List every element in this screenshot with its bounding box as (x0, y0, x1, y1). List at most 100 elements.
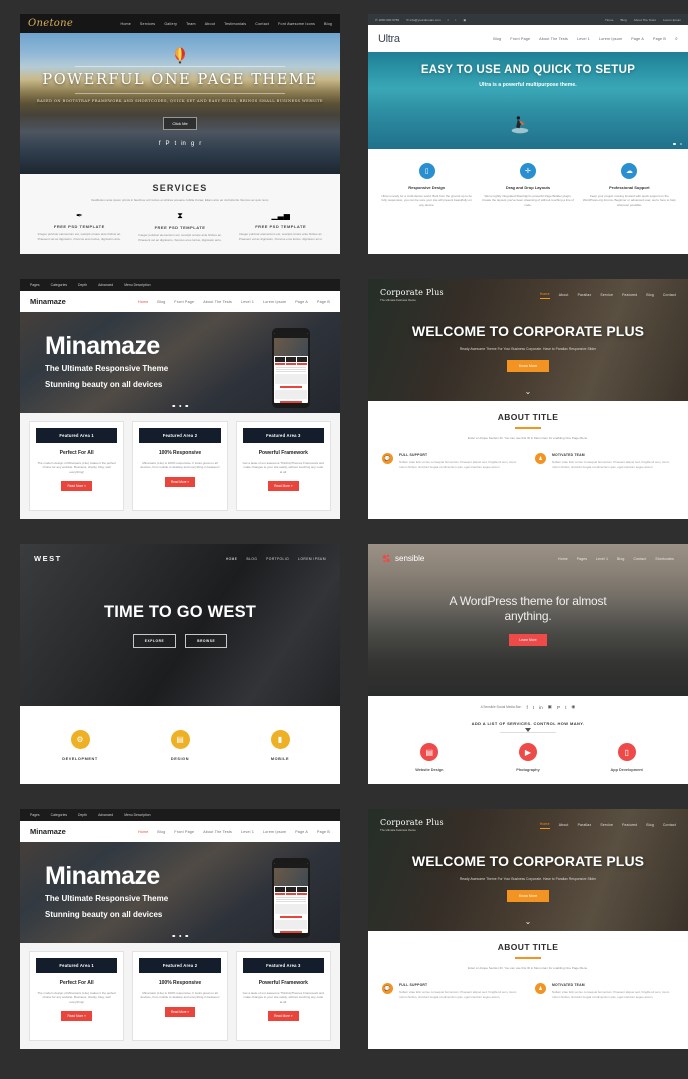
learn-more-button[interactable]: Learn More (509, 634, 547, 646)
nav-item-home[interactable]: Home (121, 22, 131, 26)
topbar-nav-blog[interactable]: Blog (620, 18, 626, 22)
service-card[interactable]: ⚙ DEVELOPMENT (30, 729, 130, 761)
read-more-button[interactable]: Read More » (61, 1011, 92, 1022)
topbar-depth[interactable]: Depth (78, 813, 87, 817)
nav-item-blog[interactable]: Blog (493, 37, 501, 41)
twitter-icon[interactable]: t (533, 705, 534, 710)
service-card[interactable]: ▮ MOBILE (230, 729, 330, 761)
search-icon[interactable]: ⌕ (675, 36, 678, 42)
featured-card[interactable]: Featured Area 3 Powerful Framework Get a… (235, 421, 331, 511)
nav-item-page-a[interactable]: Page A (295, 300, 308, 304)
phone-number[interactable]: ✆ 1800 000 6789 (375, 18, 399, 22)
minamaze-logo[interactable]: Minamaze (30, 297, 66, 306)
nav-item-services[interactable]: Services (140, 22, 155, 26)
browse-button[interactable]: BROWSE (185, 633, 228, 648)
onetone-logo[interactable]: Onetone (28, 18, 73, 29)
nav-item-level-1[interactable]: Level 1 (241, 300, 254, 304)
about-item[interactable]: ♟ MOTIVATED TEAM Nullam vitae felis vel … (535, 453, 674, 469)
tumblr-icon[interactable]: t (565, 705, 566, 710)
theme-preview-corporate-plus-2[interactable]: Corporate Plus The ultimate business the… (368, 809, 688, 1049)
facebook-icon[interactable]: f (448, 18, 449, 22)
nav-item-page-b[interactable]: Page B (653, 37, 666, 41)
featured-card[interactable]: Featured Area 2 100% Responsive Minamaze… (132, 421, 228, 511)
topbar-advanced[interactable]: Advanced (98, 813, 113, 817)
nav-item-font-awesome-icons[interactable]: Font Awesome Icons (278, 22, 315, 26)
ultra-slider-dots[interactable] (673, 142, 682, 145)
facebook-icon[interactable]: f (527, 705, 528, 710)
theme-preview-onetone[interactable]: Onetone Home Services Gallery Team About… (20, 14, 340, 254)
nav-item-contact[interactable]: Contact (255, 22, 269, 26)
topbar-depth[interactable]: Depth (78, 283, 87, 287)
nav-item-page-b[interactable]: Page B (317, 300, 330, 304)
service-card[interactable]: ▤ Website Design (380, 743, 479, 772)
service-card[interactable]: ⧗ FREE PSD TEMPLATE Integer pulvinar ele… (135, 211, 226, 242)
featured-card[interactable]: Featured Area 1 Perfect For All The mode… (29, 421, 125, 511)
nav-item-blog[interactable]: Blog (157, 830, 165, 834)
nav-item-gallery[interactable]: Gallery (164, 22, 177, 26)
know-more-button[interactable]: Know More (506, 889, 550, 902)
nav-item-testimonials[interactable]: Testimonials (224, 22, 246, 26)
topbar-nav-about[interactable]: About The Tests (634, 18, 656, 22)
service-card[interactable]: ✒ FREE PSD TEMPLATE Integer pulvinar ele… (34, 211, 125, 242)
service-card[interactable]: ▶ Photography (479, 743, 578, 772)
dribbble-icon[interactable]: ◉ (571, 704, 575, 710)
onetone-cta-button[interactable]: Click Me (163, 116, 197, 130)
nav-item-lorem-ipsum[interactable]: Lorem Ipsum (263, 300, 286, 304)
feature-card[interactable]: ✛ Drag and Drop Layouts We've tightly in… (481, 163, 574, 240)
topbar-nav-lorem[interactable]: Lorem Ipsum (663, 18, 681, 22)
nav-item-team[interactable]: Team (186, 22, 196, 26)
twitter-icon[interactable]: t (455, 18, 456, 22)
instagram-icon[interactable]: ▣ (548, 704, 552, 710)
service-card[interactable]: ▯ App Development (577, 743, 676, 772)
explore-button[interactable]: EXPLORE (132, 633, 177, 648)
nav-item-about-the-tests[interactable]: About The Tests (203, 300, 232, 304)
nav-item-level-1[interactable]: Level 1 (241, 830, 254, 834)
google-plus-icon[interactable]: g (191, 141, 194, 147)
read-more-button[interactable]: Read More » (164, 1006, 196, 1017)
service-card[interactable]: ▁▃▅ FREE PSD TEMPLATE Integer pulvinar e… (235, 211, 326, 242)
email-address[interactable]: ✉ info@yourdomain.com (406, 18, 440, 22)
ultra-logo[interactable]: Ultra (378, 33, 400, 45)
about-item[interactable]: 💬 FULL SUPPORT Nullam vitae felis vel le… (382, 453, 521, 469)
nav-item-front-page[interactable]: Front Page (510, 37, 530, 41)
chevron-down-icon[interactable]: ⌄ (525, 387, 532, 396)
theme-preview-minamaze[interactable]: Pages Categories Depth Advanced Menu Des… (20, 279, 340, 519)
topbar-menu-description[interactable]: Menu Description (124, 283, 150, 287)
nav-item-page-a[interactable]: Page A (295, 830, 308, 834)
about-item[interactable]: ♟ MOTIVATED TEAM Nullam vitae felis vel … (535, 983, 674, 999)
topbar-menu-description[interactable]: Menu Description (124, 813, 150, 817)
nav-item-about-the-tests[interactable]: About The Tests (203, 830, 232, 834)
theme-preview-corporate-plus[interactable]: Corporate Plus The ultimate business the… (368, 279, 688, 519)
nav-item-blog[interactable]: Blog (157, 300, 165, 304)
theme-preview-minamaze-2[interactable]: Pages Categories Depth Advanced Menu Des… (20, 809, 340, 1049)
theme-preview-ultra[interactable]: ✆ 1800 000 6789 ✉ info@yourdomain.com f … (368, 14, 688, 254)
know-more-button[interactable]: Know More (506, 359, 550, 372)
linkedin-icon[interactable]: in (539, 705, 543, 710)
nav-item-page-b[interactable]: Page B (317, 830, 330, 834)
featured-card[interactable]: Featured Area 2 100% Responsive Minamaze… (132, 951, 228, 1041)
read-more-button[interactable]: Read More » (268, 1011, 299, 1022)
nav-item-front-page[interactable]: Front Page (174, 830, 194, 834)
minamaze-slider-dots[interactable] (172, 404, 188, 407)
topbar-pages[interactable]: Pages (30, 283, 40, 287)
theme-preview-west[interactable]: WEST HOME BLOG PORTFOLIO LOREM IPSUM TIM… (20, 544, 340, 784)
nav-item-about-the-tests[interactable]: About The Tests (539, 37, 568, 41)
nav-item-lorem-ipsum[interactable]: Lorem Ipsum (263, 830, 286, 834)
nav-item-front-page[interactable]: Front Page (174, 300, 194, 304)
feature-card[interactable]: ▯ Responsive Design Ultra is ready for a… (380, 163, 473, 240)
nav-item-blog[interactable]: Blog (324, 22, 332, 26)
read-more-button[interactable]: Read More » (61, 481, 92, 492)
instagram-icon[interactable]: ▣ (463, 18, 466, 22)
service-card[interactable]: ▤ DESIGN (130, 729, 230, 761)
minamaze-logo[interactable]: Minamaze (30, 827, 66, 836)
topbar-pages[interactable]: Pages (30, 813, 40, 817)
nav-item-level-1[interactable]: Level 1 (577, 37, 590, 41)
facebook-icon[interactable]: f (159, 141, 161, 147)
featured-card[interactable]: Featured Area 1 Perfect For All The mode… (29, 951, 125, 1041)
nav-item-about[interactable]: About (205, 22, 215, 26)
nav-item-home[interactable]: Home (138, 300, 148, 304)
topbar-categories[interactable]: Categories (51, 813, 67, 817)
rss-icon[interactable]: r (199, 141, 201, 147)
nav-item-page-a[interactable]: Page A (631, 37, 644, 41)
pinterest-icon[interactable]: P (557, 705, 560, 710)
